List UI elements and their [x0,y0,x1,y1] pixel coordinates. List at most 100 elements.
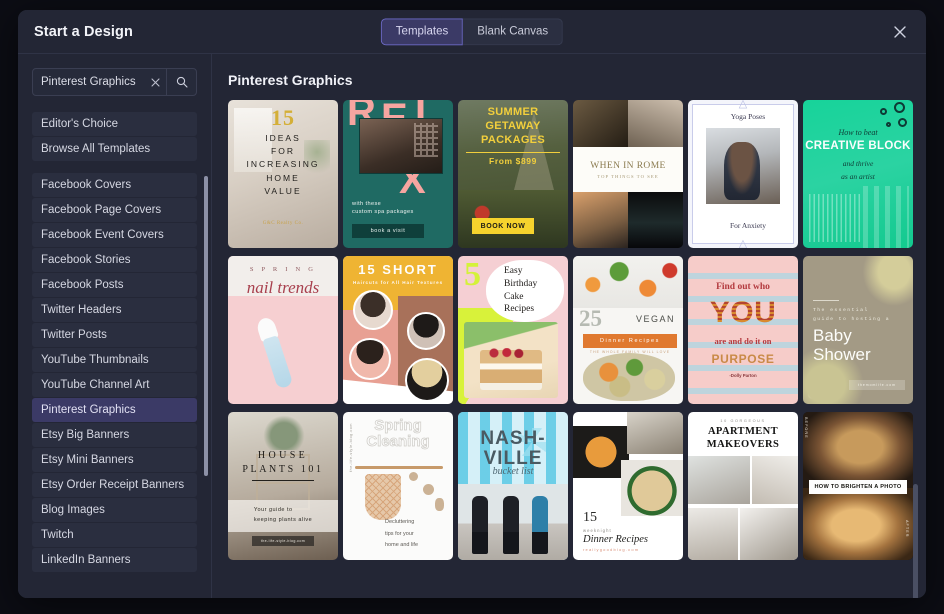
search-icon [176,76,188,88]
card-headline: Dinner Recipes [583,334,677,348]
sidebar-item-blog-images[interactable]: Blog Images [32,498,197,522]
search-button[interactable] [166,69,196,95]
card-subtitle: For Anxiety [729,221,767,230]
template-card-creative-block[interactable]: How to beat CREATIVE BLOCK and thrive as … [803,100,913,248]
card-kicker: 10 GORGEOUS [720,419,766,423]
card-number: 15 [271,105,295,130]
sidebar-item-youtube-channel-art[interactable]: YouTube Channel Art [32,373,197,397]
card-label-after: AFTER [905,520,909,538]
sidebar-item-twitter-posts[interactable]: Twitter Posts [32,323,197,347]
card-kicker: VEGAN [635,314,675,324]
search-box [32,68,197,96]
card-subtitle: Your guide to keeping plants alive [228,500,338,532]
template-card-dinner-recipes[interactable]: 15 weeknight Dinner Recipes reallygoodbl… [573,412,683,560]
card-headline: HOUSE [257,450,309,461]
card-number: 25 [579,306,602,331]
card-headline: Baby Shower [813,326,871,365]
template-card-relax-spa[interactable]: REL AX with thesecustom spa packages boo… [343,100,453,248]
template-card-birthday-cake[interactable]: 5 Easy Birthday Cake Recipes [458,256,568,404]
sidebar-item-etsy-mini-banners[interactable]: Etsy Mini Banners [32,448,197,472]
template-card-when-in-rome[interactable]: WHEN IN ROME TOP THINGS TO SEE [573,100,683,248]
sidebar-item-facebook-event-covers[interactable]: Facebook Event Covers [32,223,197,247]
card-title: WHEN IN ROME [590,160,666,171]
sidebar-item-editor-s-choice[interactable]: Editor's Choice [32,112,197,136]
template-card-house-plants[interactable]: HOUSE PLANTS 101 Your guide to keeping pl… [228,412,338,560]
card-cta: book a visit [352,224,424,238]
card-headline: APARTMENT [707,426,779,437]
sidebar-item-pinterest-graphics[interactable]: Pinterest Graphics [32,398,197,422]
template-card-apartment-makeovers[interactable]: 10 GORGEOUS APARTMENT MAKEOVERS [688,412,798,560]
template-card-short-haircuts[interactable]: 15 SHORT Haircuts for All Hair Textures [343,256,453,404]
template-card-vegan-dinner[interactable]: 25 VEGAN Dinner Recipes THE WHOLE FAMILY… [573,256,683,404]
template-grid-viewport: 15 IDEAS FOR INCREASING HOME VALUE G&C Realt… [228,100,926,598]
sidebar-item-etsy-order-receipt-banners[interactable]: Etsy Order Receipt Banners [32,473,197,497]
card-subtitle: Haircuts for All Hair Textures [352,280,444,285]
modal-body: Editor's ChoiceBrowse All Templates Face… [18,54,926,598]
card-kicker: S P R I N G [249,266,317,273]
main-content: Pinterest Graphics 15 IDEAS FOR INCREASING… [212,54,926,598]
card-number: 5 [464,256,481,293]
sidebar-item-browse-all-templates[interactable]: Browse All Templates [32,137,197,161]
category-list[interactable]: Editor's Choice Browse All Templates Face… [18,112,211,598]
close-icon [894,25,906,38]
sidebar-item-etsy-big-banners[interactable]: Etsy Big Banners [32,423,197,447]
card-kicker: weeknight [583,528,612,533]
card-headline: Easy Birthday Cake Recipes [504,266,538,315]
template-card-find-purpose[interactable]: Find out who YOU are and do it on PURPOS… [688,256,798,404]
card-headline: Spring Cleaning [366,417,430,450]
template-card-home-value[interactable]: 15 IDEAS FOR INCREASING HOME VALUE G&C Realt… [228,100,338,248]
sidebar-item-twitch[interactable]: Twitch [32,523,197,547]
card-subtitle: Decluttering tips for your home and life [385,519,419,549]
card-headline: YOU [688,296,798,330]
card-headline: 15 SHORT [358,262,438,277]
card-cta: BOOK NOW [472,218,534,234]
page-title: Start a Design [34,23,133,40]
card-headline: SUMMER GETAWAY PACKAGES [481,106,545,146]
nav-group-primary: Editor's Choice Browse All Templates [32,112,197,161]
card-kicker: How to beat [838,128,878,137]
template-card-baby-shower[interactable]: The essential guide to hosting a Baby Show… [803,256,913,404]
sidebar-item-facebook-page-covers[interactable]: Facebook Page Covers [32,198,197,222]
view-mode-tabs: Templates Blank Canvas [380,17,564,46]
card-subtitle: with these custom spa packages [352,201,414,216]
card-subtitle: and thrive as an artist [841,159,875,181]
template-card-yoga-poses[interactable]: △ Yoga Poses For Anxiety △ [688,100,798,248]
nav-group-categories: Facebook Covers Facebook Page Covers Faceb… [32,173,197,572]
card-headline: CREATIVE BLOCK [805,140,911,152]
card-title: Yoga Poses [730,112,766,121]
card-badge: G&C Realty Co. [262,221,304,226]
card-subtitle: bucket list [492,466,534,477]
card-headline: HOW TO BRIGHTEN A PHOTO [809,480,907,494]
sidebar-item-facebook-covers[interactable]: Facebook Covers [32,173,197,197]
sidebar-scrollbar[interactable] [204,176,208,476]
clear-icon[interactable] [144,69,166,95]
sidebar-item-linkedin-banners[interactable]: LinkedIn Banners [32,548,197,572]
sidebar-item-facebook-stories[interactable]: Facebook Stories [32,248,197,272]
sidebar-item-facebook-posts[interactable]: Facebook Posts [32,273,197,297]
card-headline-2: MAKEOVERS [706,439,780,450]
card-kicker: The essential guide to hosting a [813,308,891,323]
card-badge: themomlife.com [849,380,905,390]
tab-blank-canvas[interactable]: Blank Canvas [463,17,564,46]
tab-templates[interactable]: Templates [380,17,464,46]
card-price: From $899 [489,156,537,166]
template-card-spring-cleaning[interactable]: Spring Cleaning the-life-style-blog.com D… [343,412,453,560]
sidebar: Editor's ChoiceBrowse All Templates Face… [18,54,212,598]
card-line-3: are and do it on [714,336,772,346]
template-card-nashville[interactable]: NASH- VILLE bucket list [458,412,568,560]
card-headline: NASH- [480,428,546,449]
card-subtitle: TOP THINGS TO SEE [597,173,659,179]
modal-header: Start a Design Templates Blank Canvas [18,10,926,54]
sidebar-item-youtube-thumbnails[interactable]: YouTube Thumbnails [32,348,197,372]
sidebar-item-twitter-headers[interactable]: Twitter Headers [32,298,197,322]
card-line-1: Find out who [716,282,770,292]
template-card-summer-getaway[interactable]: SUMMER GETAWAY PACKAGES From $899 BOOK NOW [458,100,568,248]
template-card-brighten-photo[interactable]: HOW TO BRIGHTEN A PHOTO BEFORE AFTER [803,412,913,560]
close-button[interactable] [888,20,912,44]
search-input[interactable] [33,69,144,95]
template-card-nail-trends[interactable]: S P R I N G nail trends [228,256,338,404]
content-scrollbar[interactable] [913,484,918,598]
card-headline: IDEAS FOR INCREASING HOME VALUE [246,133,320,196]
card-line-4: PURPOSE [711,352,775,366]
template-grid: 15 IDEAS FOR INCREASING HOME VALUE G&C Realt… [228,100,926,560]
